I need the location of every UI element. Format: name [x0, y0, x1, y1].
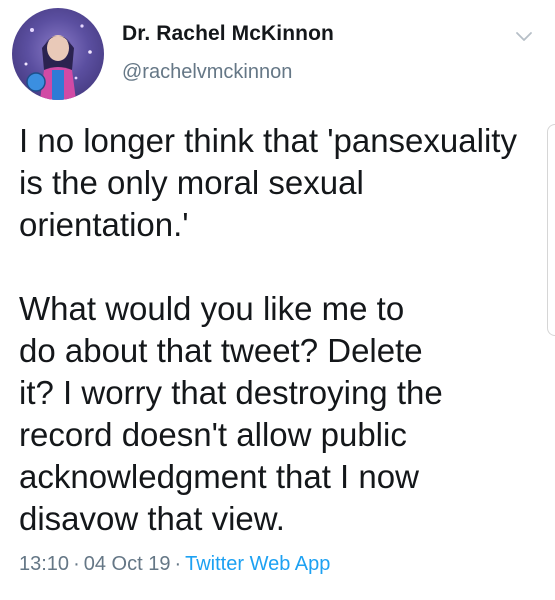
separator: ·	[174, 553, 182, 575]
tweet-text: I no longer think that 'pansexuality is …	[19, 122, 517, 537]
tweet-time[interactable]: 13:10	[19, 553, 69, 575]
user-handle[interactable]: @rachelvmckinnon	[122, 61, 292, 84]
separator: ·	[73, 553, 80, 575]
tweet-metadata: 13:10 · 04 Oct 19 · Twitter Web App	[19, 553, 330, 576]
display-name[interactable]: Dr. Rachel McKinnon	[122, 22, 334, 46]
tweet-source-link[interactable]: Twitter Web App	[185, 553, 330, 575]
avatar[interactable]	[12, 8, 104, 100]
chevron-down-icon[interactable]	[513, 25, 535, 47]
adjacent-card-edge	[547, 124, 555, 336]
tweet-card: Dr. Rachel McKinnon @rachelvmckinnon I n…	[0, 0, 555, 600]
avatar-illustration	[24, 24, 92, 100]
tweet-date[interactable]: 04 Oct 19	[84, 553, 171, 575]
